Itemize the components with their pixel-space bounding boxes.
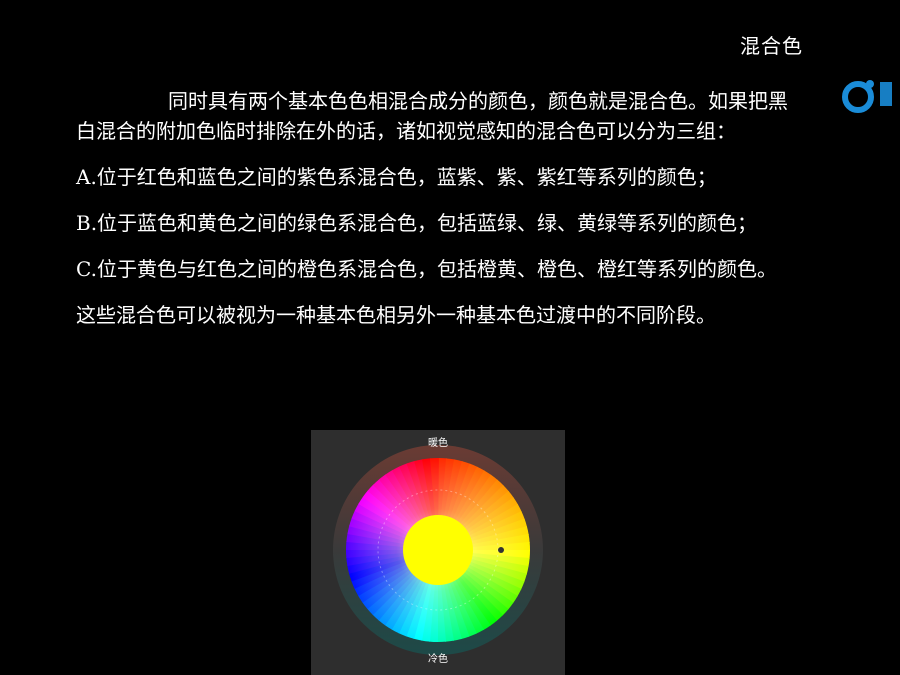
selection-marker — [498, 547, 504, 553]
color-wheel: 暖色 冷色 — [333, 436, 543, 665]
intro-paragraph: 同时具有两个基本色色相混合成分的颜色，颜色就是混合色。如果把黑白混合的附加色临时… — [76, 89, 788, 143]
item-a: A.位于红色和蓝色之间的紫色系混合色，蓝紫、紫、紫红等系列的颜色； — [76, 165, 717, 189]
center-color-disc — [403, 515, 473, 585]
item-c: C.位于黄色与红色之间的橙色系混合色，包括橙黄、橙色、橙红等系列的颜色。 — [76, 257, 777, 281]
cool-label: 冷色 — [428, 652, 448, 665]
slide-title: 混合色 — [740, 34, 803, 58]
body-text: 同时具有两个基本色色相混合成分的颜色，颜色就是混合色。如果把黑白混合的附加色临时… — [76, 86, 806, 346]
conclusion-paragraph: 这些混合色可以被视为一种基本色相另外一种基本色过渡中的不同阶段。 — [76, 303, 716, 327]
blue-ring-logo-icon — [842, 80, 892, 113]
logo — [840, 76, 900, 116]
color-wheel-panel: 暖色 冷色 — [311, 430, 565, 675]
warm-label: 暖色 — [428, 436, 448, 449]
item-b: B.位于蓝色和黄色之间的绿色系混合色，包括蓝绿、绿、黄绿等系列的颜色； — [76, 211, 758, 235]
